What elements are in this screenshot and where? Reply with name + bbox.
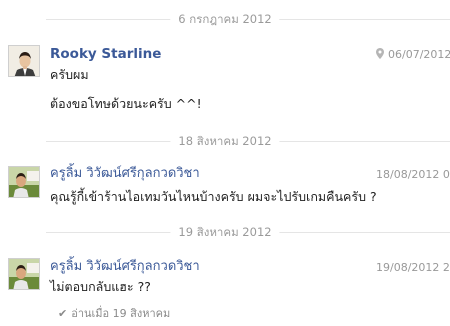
sender-name-link[interactable]: ครูลิ้ม วิวัฒน์ศรีกุลกวดวิชา [50, 258, 200, 276]
date-separator: 19 สิงหาคม 2012 [0, 224, 450, 240]
timestamp-text: 19/08/2012 2 [376, 261, 450, 274]
profile-photo [9, 259, 39, 289]
date-label: 6 กรกฎาคม 2012 [170, 11, 280, 27]
message-text: ไม่ตอบกลับแฮะ ?? [50, 279, 151, 294]
map-pin-icon[interactable] [376, 48, 384, 59]
message-text: ต้องขอโทษด้วยนะครับ ^^! [50, 96, 202, 111]
seen-status: ✔ อ่านเมื่อ 19 สิงหาคม [58, 307, 170, 321]
avatar[interactable] [8, 45, 40, 77]
message-timestamp: 18/08/2012 0 [376, 167, 450, 182]
timestamp-text: 18/08/2012 0 [376, 168, 450, 181]
date-label: 19 สิงหาคม 2012 [170, 224, 280, 240]
message-timestamp: 19/08/2012 2 [376, 260, 450, 275]
date-separator: 18 สิงหาคม 2012 [0, 133, 450, 149]
sender-name-link[interactable]: ครูลิ้ม วิวัฒน์ศรีกุลกวดวิชา [50, 165, 200, 183]
check-icon: ✔ [58, 307, 68, 320]
timestamp-text: 06/07/2012 1 [388, 48, 450, 61]
message-timestamp: 06/07/2012 1 [376, 47, 450, 62]
sender-name-link[interactable]: Rooky Starline [50, 45, 161, 63]
seen-status-text: อ่านเมื่อ 19 สิงหาคม [71, 307, 171, 320]
date-separator: 6 กรกฎาคม 2012 [0, 11, 450, 27]
date-label: 18 สิงหาคม 2012 [170, 133, 280, 149]
profile-photo [9, 46, 39, 76]
profile-photo [9, 167, 39, 197]
avatar[interactable] [8, 166, 40, 198]
message-text: ครับผม [50, 67, 89, 82]
message-text: คุณรู้กี้เข้าร้านไอเทมวันไหนบ้างครับ ผมจ… [50, 189, 377, 204]
avatar[interactable] [8, 258, 40, 290]
